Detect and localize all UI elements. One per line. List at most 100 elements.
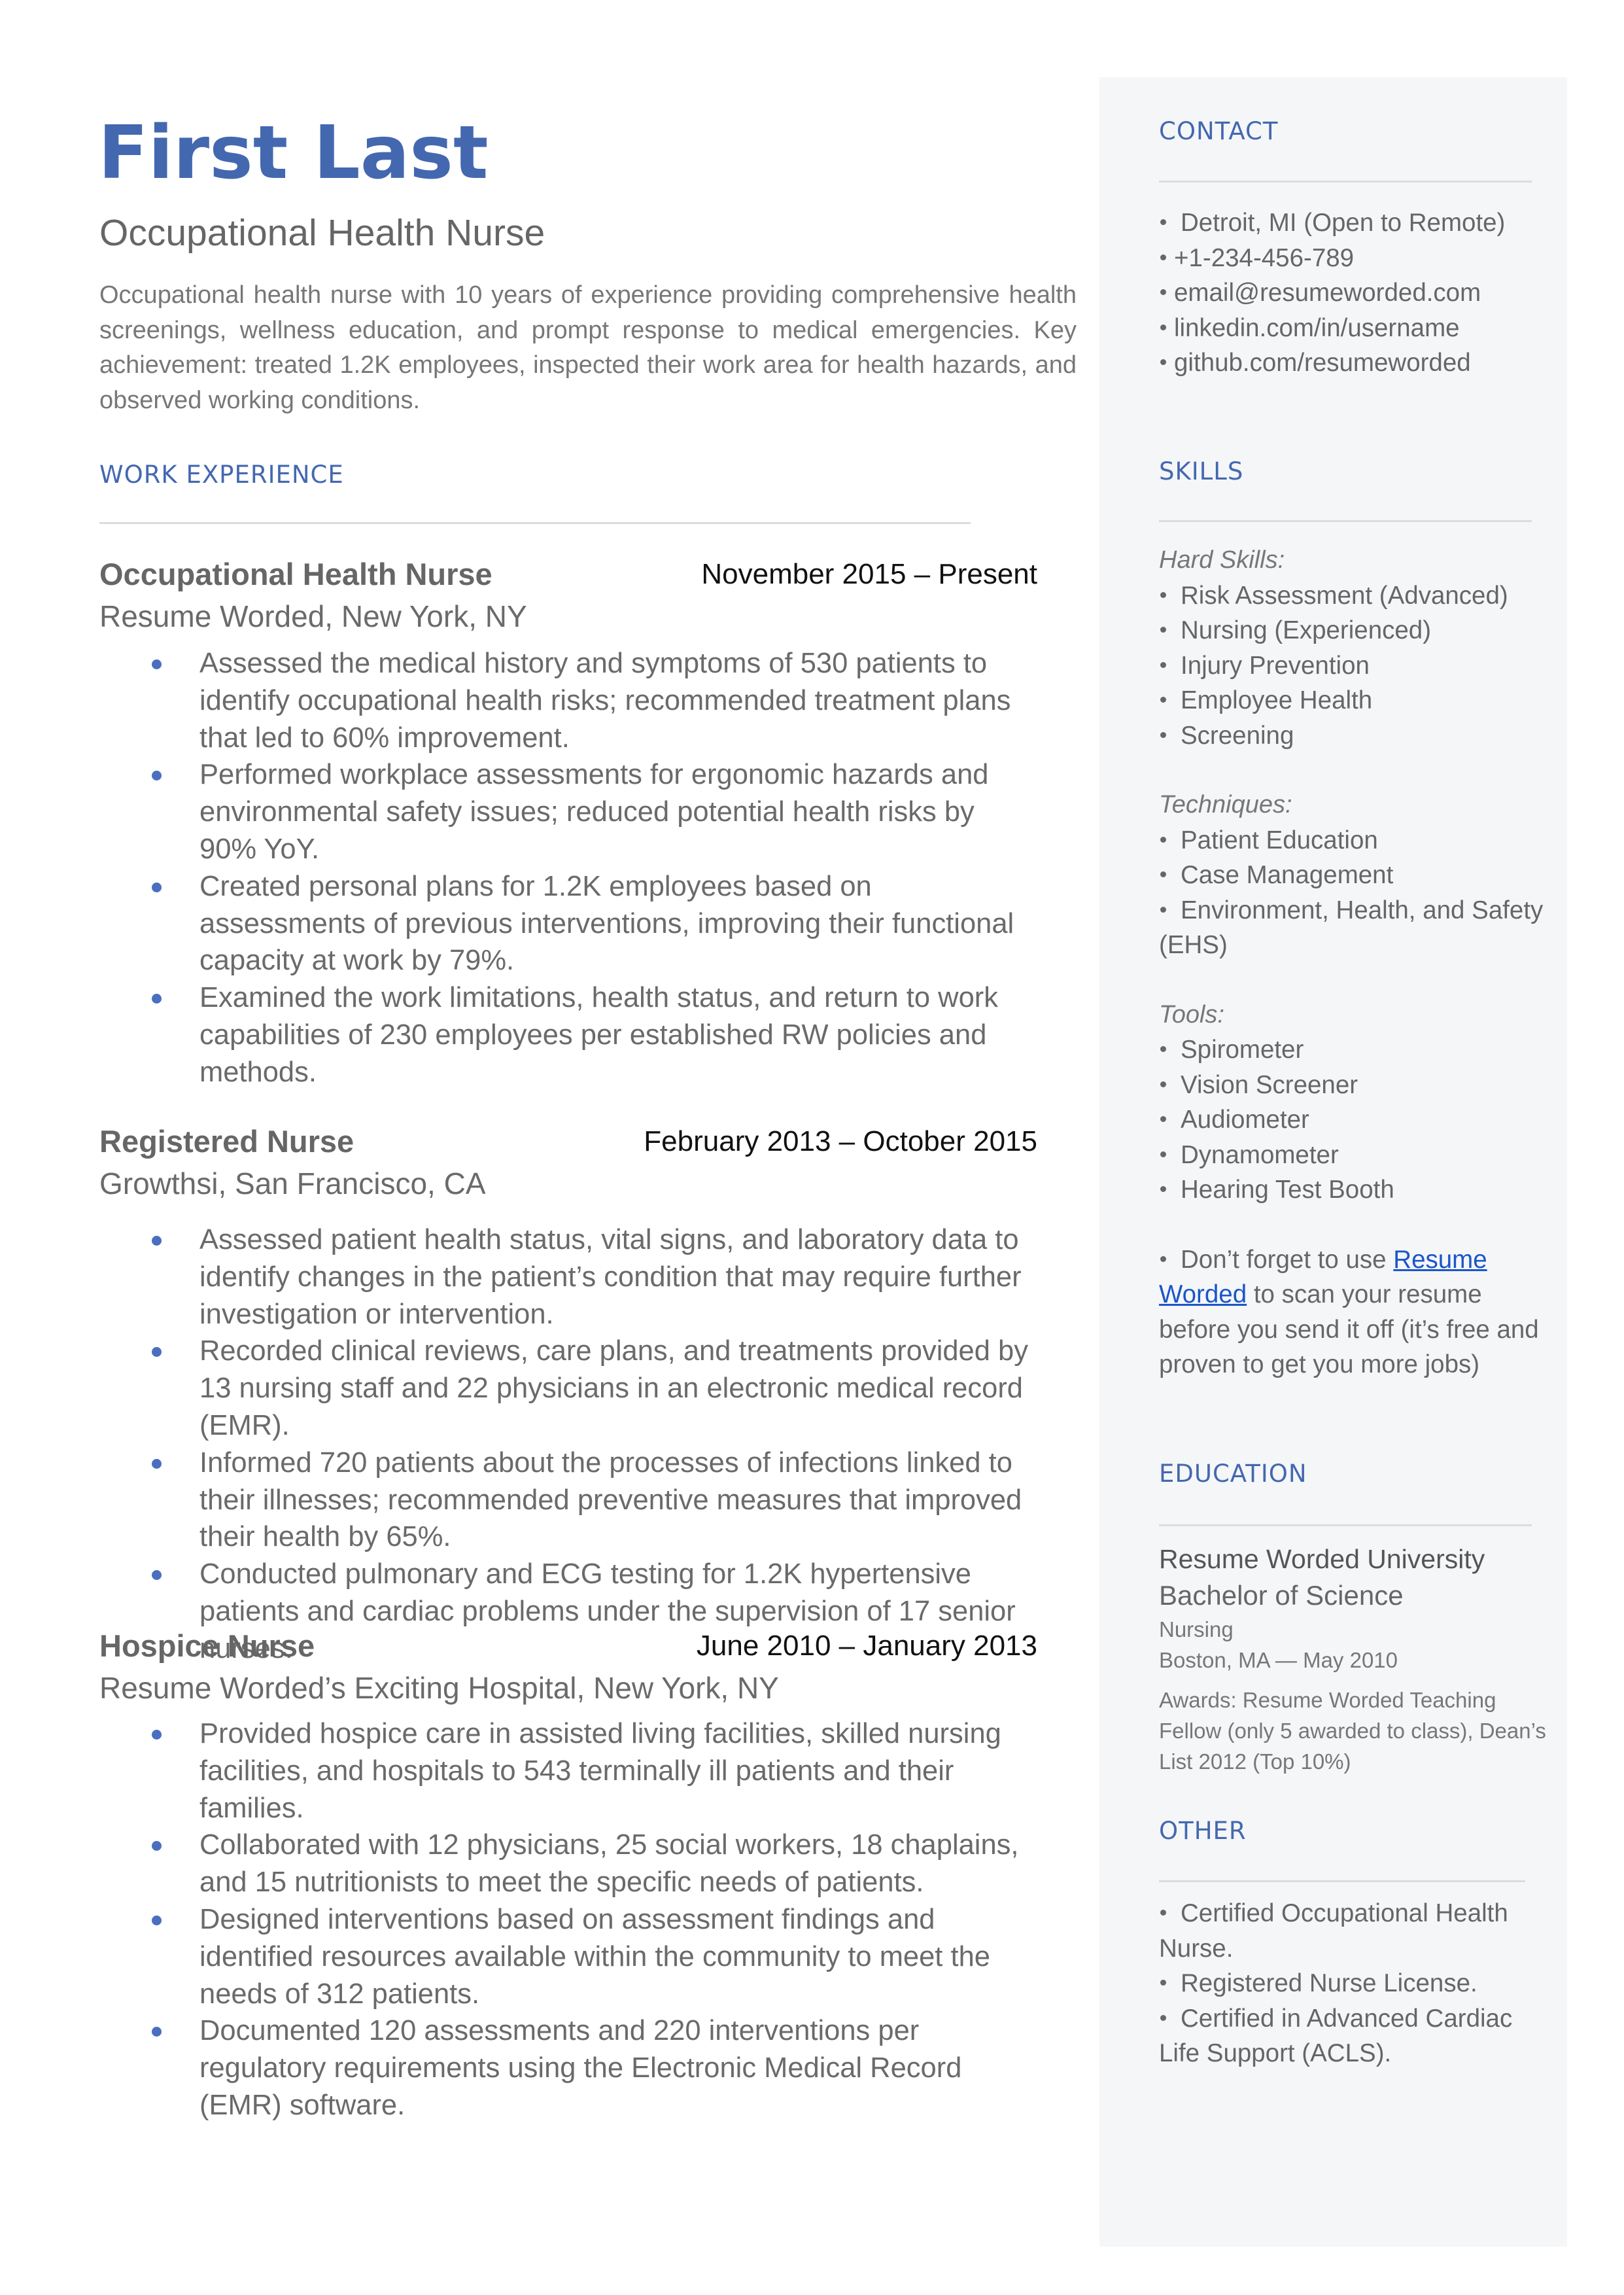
skill-item: Nursing (Experienced) (1159, 613, 1551, 648)
job-title: Registered Nurse (99, 1124, 354, 1159)
bullet-text: Collaborated with 12 physicians, 25 soci… (199, 1829, 1019, 1899)
skill-group-label: Tools: (1159, 1000, 1224, 1028)
education-school: Resume Worded University (1159, 1544, 1485, 1574)
skill-item: Spirometer (1159, 1032, 1551, 1068)
job-bullets: Assessed the medical history and symptom… (99, 645, 1037, 1091)
skill-list: Spirometer Vision Screener Audiometer Dy… (1159, 1032, 1551, 1208)
skill-item: Case Management (1159, 858, 1551, 893)
bullet-dot-icon (1160, 1186, 1166, 1193)
job-bullet: Informed 720 patients about the processe… (99, 1445, 1037, 1556)
candidate-role: Occupational Health Nurse (99, 212, 545, 254)
job-company: Resume Worded, New York, NY (99, 599, 527, 633)
skill-group-label: Techniques: (1159, 791, 1292, 818)
other-heading: OTHER (1159, 1817, 1247, 1845)
bullet-dot-icon (1160, 1151, 1166, 1157)
skill-text: Risk Assessment (Advanced) (1181, 581, 1508, 610)
contact-linkedin-text[interactable]: linkedin.com/in/username (1174, 314, 1460, 342)
job-bullet: Collaborated with 12 physicians, 25 soci… (99, 1827, 1037, 1901)
bullet-dot-icon (152, 1915, 162, 1925)
skill-text: Audiometer (1181, 1106, 1309, 1134)
bullet-text: Designed interventions based on assessme… (199, 1903, 990, 2010)
bullet-dot-icon (152, 994, 162, 1004)
contact-location-text: Detroit, MI (Open to Remote) (1181, 209, 1506, 237)
contact-divider (1159, 181, 1532, 183)
other-item: Registered Nurse License. (1159, 1966, 1551, 2001)
bullet-dot-icon (152, 1570, 162, 1581)
skill-item: Screening (1159, 718, 1551, 754)
bullet-text: Examined the work limitations, health st… (199, 982, 998, 1088)
skill-item: Hearing Test Booth (1159, 1172, 1551, 1208)
bullet-text: Recorded clinical reviews, care plans, a… (199, 1335, 1028, 1441)
contact-email-text[interactable]: email@resumeworded.com (1174, 279, 1481, 307)
bullet-dot-icon (152, 1730, 162, 1740)
tip-text-before: Don’t forget to use (1181, 1245, 1394, 1274)
job-title: Occupational Health Nurse (99, 557, 492, 591)
job-bullet: Provided hospice care in assisted living… (99, 1715, 1037, 1827)
other-text: Certified in Advanced Cardiac Life Suppo… (1159, 2004, 1513, 2068)
contact-phone-text[interactable]: +1-234-456-789 (1174, 244, 1354, 272)
bullet-dot-icon (1160, 219, 1166, 226)
bullet-dot-icon (1160, 591, 1166, 598)
skill-group-hard-skills: Hard Skills: Risk Assessment (Advanced) … (1159, 543, 1551, 753)
bullet-dot-icon (1160, 627, 1166, 633)
skill-list: Patient Education Case Management Enviro… (1159, 823, 1551, 963)
bullet-text: Performed workplace assessments for ergo… (199, 759, 989, 865)
professional-summary: Occupational health nurse with 10 years … (99, 281, 1077, 414)
skill-text: Injury Prevention (1181, 651, 1370, 680)
bullet-text: Assessed the medical history and symptom… (199, 648, 1011, 754)
job-bullet: Performed workplace assessments for ergo… (99, 756, 1037, 867)
job-entry: Occupational Health Nurse November 2015 … (99, 555, 1037, 1091)
other-list: Certified Occupational Health Nurse. Reg… (1159, 1896, 1551, 2071)
job-entry: Registered Nurse February 2013 – October… (99, 1122, 1037, 1668)
bullet-dot-icon (1160, 661, 1166, 668)
education-heading: EDUCATION (1159, 1460, 1307, 1488)
skill-item: Patient Education (1159, 823, 1551, 858)
bullet-text: Created personal plans for 1.2K employee… (199, 870, 1014, 977)
skills-divider (1159, 520, 1532, 522)
job-bullet: Assessed the medical history and symptom… (99, 645, 1037, 756)
bullet-dot-icon (1160, 836, 1166, 843)
bullet-dot-icon (152, 1458, 162, 1469)
bullet-dot-icon (1160, 871, 1166, 878)
bullet-dot-icon (1160, 1046, 1166, 1053)
job-company: Resume Worded’s Exciting Hospital, New Y… (99, 1671, 779, 1705)
other-item: Certified Occupational Health Nurse. (1159, 1896, 1551, 1966)
skill-text: Patient Education (1181, 826, 1378, 854)
skill-group-label: Hard Skills: (1159, 546, 1285, 574)
contact-email[interactable]: email@resumeworded.com (1159, 275, 1551, 311)
skill-item: Audiometer (1159, 1102, 1551, 1138)
bullet-dot-icon (152, 1236, 162, 1246)
bullet-text: Informed 720 patients about the processe… (199, 1446, 1022, 1553)
job-bullet: Designed interventions based on assessme… (99, 1901, 1037, 2012)
bullet-dot-icon (1160, 1255, 1166, 1262)
job-bullet: Assessed patient health status, vital si… (99, 1221, 1037, 1333)
contact-github[interactable]: github.com/resumeworded (1159, 345, 1551, 381)
work-experience-heading: WORK EXPERIENCE (99, 461, 344, 489)
contact-phone[interactable]: +1-234-456-789 (1159, 241, 1551, 276)
contact-linkedin[interactable]: linkedin.com/in/username (1159, 311, 1551, 346)
skill-item: Dynamometer (1159, 1138, 1551, 1173)
bullet-dot-icon (1160, 289, 1166, 296)
skill-item: Injury Prevention (1159, 648, 1551, 684)
skill-text: Spirometer (1181, 1036, 1304, 1064)
contact-location: Detroit, MI (Open to Remote) (1159, 205, 1551, 241)
skills-block: Hard Skills: Risk Assessment (Advanced) … (1159, 543, 1551, 1382)
bullet-dot-icon (1160, 731, 1166, 738)
skill-item: Employee Health (1159, 683, 1551, 718)
other-item: Certified in Advanced Cardiac Life Suppo… (1159, 2001, 1551, 2071)
job-bullet: Recorded clinical reviews, care plans, a… (99, 1333, 1037, 1444)
contact-github-text[interactable]: github.com/resumeworded (1174, 349, 1471, 377)
job-dates: February 2013 – October 2015 (644, 1125, 1037, 1157)
bullet-dot-icon (1160, 1081, 1166, 1087)
job-bullet: Documented 120 assessments and 220 inter… (99, 2012, 1037, 2124)
bullet-dot-icon (152, 882, 162, 892)
skill-text: Screening (1181, 721, 1294, 750)
job-dates: June 2010 – January 2013 (696, 1630, 1037, 1662)
bullet-text: Documented 120 assessments and 220 inter… (199, 2015, 962, 2121)
bullet-dot-icon (1160, 697, 1166, 703)
other-divider (1159, 1880, 1525, 1882)
skill-item: Vision Screener (1159, 1068, 1551, 1103)
sidebar: CONTACT Detroit, MI (Open to Remote) +1-… (1099, 77, 1567, 2247)
bullet-dot-icon (1160, 2014, 1166, 2021)
bullet-dot-icon (1160, 324, 1166, 330)
